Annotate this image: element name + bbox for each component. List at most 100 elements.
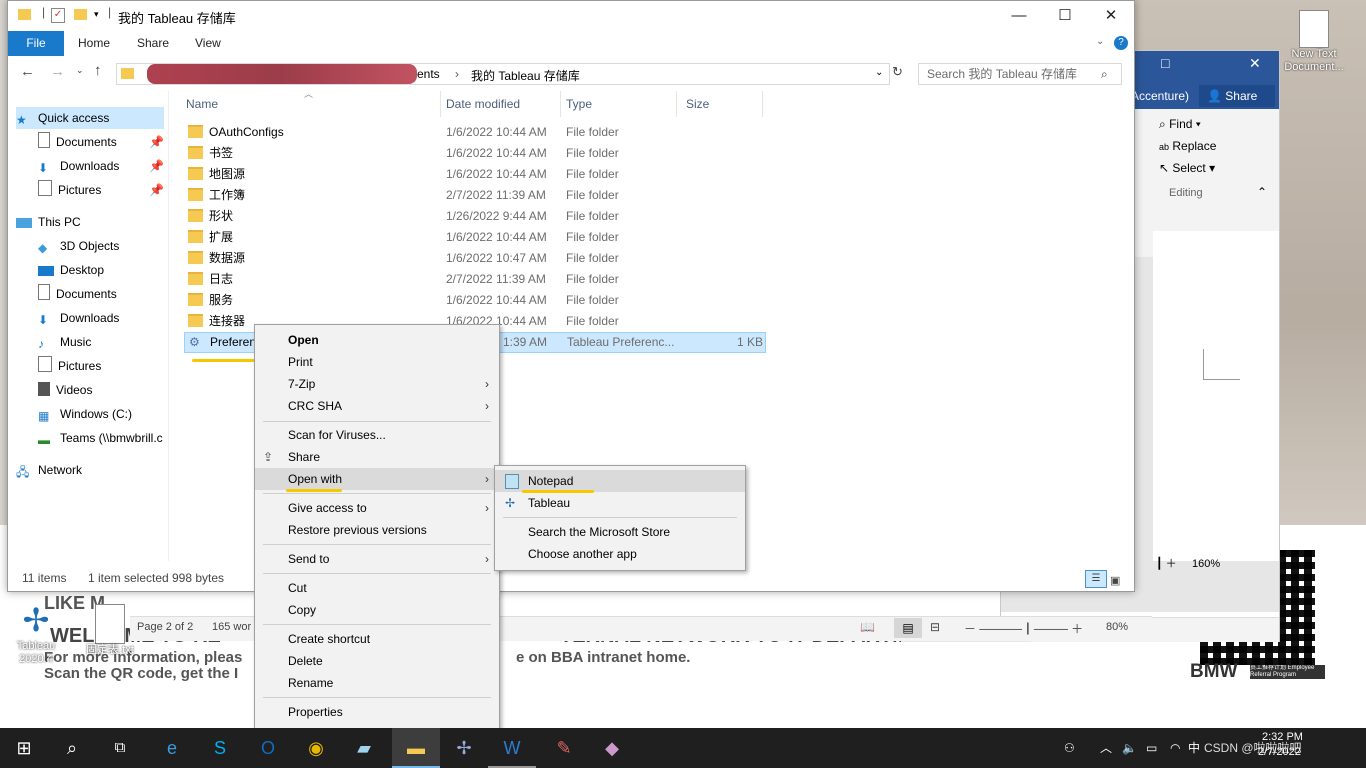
nav-desktop[interactable]: Desktop [38, 259, 164, 281]
select-button[interactable]: ↖ Select ▾ [1159, 161, 1215, 175]
file-row[interactable]: 书签 1/6/2022 10:44 AM File folder [184, 143, 764, 164]
tray-overflow-icon[interactable]: ︿ [1100, 728, 1112, 768]
refresh-icon[interactable]: ↻ [892, 64, 903, 80]
nav-qa-documents[interactable]: Documents 📌 [38, 131, 164, 153]
file-row[interactable]: OAuthConfigs 1/6/2022 10:44 AM File folder [184, 122, 764, 143]
battery-icon[interactable]: ▭ [1146, 728, 1157, 768]
submenu-search-store[interactable]: Search the Microsoft Store [495, 521, 745, 543]
volume-icon[interactable]: 🔈 [1122, 728, 1137, 768]
read-mode-icon[interactable]: 📖 [860, 620, 875, 634]
wifi-icon[interactable]: ◠ [1170, 728, 1180, 768]
print-layout-icon[interactable]: ▤ [894, 618, 922, 638]
address-dropdown-icon[interactable]: ⌄ [875, 67, 883, 78]
nav-documents[interactable]: Documents [38, 283, 164, 305]
nav-this-pc[interactable]: This PC [16, 211, 164, 233]
web-layout-icon[interactable]: ⊟ [930, 620, 940, 634]
menu-cut[interactable]: Cut [255, 577, 499, 599]
minimize-button[interactable]: — [996, 1, 1042, 31]
tab-home[interactable]: Home [78, 31, 110, 56]
file-row[interactable]: 扩展 1/6/2022 10:44 AM File folder [184, 227, 764, 248]
menu-share[interactable]: ⇪ Share [255, 446, 499, 468]
tableau-taskbar[interactable]: ✢ [440, 728, 488, 768]
menu-copy[interactable]: Copy [255, 599, 499, 621]
skype-taskbar[interactable]: S [196, 728, 244, 768]
notepad-taskbar[interactable]: ▰ [340, 728, 388, 768]
file-row[interactable]: 地图源 1/6/2022 10:44 AM File folder [184, 164, 764, 185]
expand-ribbon-icon[interactable]: ⌄ [1096, 36, 1104, 47]
nav-3d-objects[interactable]: ◆ 3D Objects [38, 235, 164, 257]
start-button[interactable]: ⊞ [0, 728, 48, 768]
explorer-taskbar[interactable]: ▬ [392, 728, 440, 768]
back-icon[interactable]: ← [20, 63, 35, 80]
maximize-button[interactable]: ☐ [1042, 1, 1088, 31]
menu-rename[interactable]: Rename [255, 672, 499, 694]
qat-dropdown-icon[interactable]: ▾ [94, 9, 99, 20]
zoom-slider[interactable]: － ─────┃──── ＋ [964, 620, 1083, 637]
tab-file[interactable]: File [8, 31, 64, 56]
nav-qa-downloads[interactable]: ⬇ Downloads 📌 [38, 155, 164, 177]
menu-print[interactable]: Print [255, 351, 499, 373]
menu-properties[interactable]: Properties [255, 701, 499, 723]
file-row[interactable]: 数据源 1/6/2022 10:47 AM File folder [184, 248, 764, 269]
paint3d-taskbar[interactable]: ◆ [588, 728, 636, 768]
file-row[interactable]: 服务 1/6/2022 10:44 AM File folder [184, 290, 764, 311]
nav-windows-c[interactable]: ▦ Windows (C:) [38, 403, 164, 425]
clock-time[interactable]: 2:32 PM [1262, 730, 1303, 744]
menu-open[interactable]: Open [255, 329, 499, 351]
task-view-button[interactable]: ⧉ [96, 728, 144, 768]
file-row[interactable]: 工作簿 2/7/2022 11:39 AM File folder [184, 185, 764, 206]
nav-music[interactable]: ♪ Music [38, 331, 164, 353]
submenu-choose-app[interactable]: Choose another app [495, 543, 745, 565]
tableau-desktop-icon[interactable]: ✢ Tableau 2020.4 [10, 600, 62, 680]
ie-taskbar[interactable]: e [148, 728, 196, 768]
up-icon[interactable]: ↑ [94, 62, 102, 79]
address-bar[interactable]: ents › 我的 Tableau 存储库 ⌄ [116, 63, 890, 85]
search-button[interactable]: ⌕ [48, 728, 96, 768]
help-icon[interactable]: ? [1114, 36, 1128, 50]
submenu-notepad[interactable]: Notepad [495, 470, 745, 492]
forward-icon[interactable]: → [50, 63, 65, 80]
nav-teams-drive[interactable]: ▬ Teams (\\bmwbrill.c [38, 427, 164, 449]
word-taskbar[interactable]: W [488, 728, 536, 768]
menu-restore-versions[interactable]: Restore previous versions [255, 519, 499, 541]
nav-pictures[interactable]: Pictures [38, 355, 164, 377]
file-row[interactable]: 形状 1/26/2022 9:44 AM File folder [184, 206, 764, 227]
outlook-taskbar[interactable]: O [244, 728, 292, 768]
replace-button[interactable]: ab Replace [1159, 139, 1216, 153]
clock-date[interactable]: 2/7/2022 [1258, 745, 1301, 759]
address-current[interactable]: 我的 Tableau 存储库 [471, 67, 580, 84]
nav-quick-access[interactable]: ★ Quick access [16, 107, 164, 129]
menu-scan-viruses[interactable]: Scan for Viruses... [255, 424, 499, 446]
menu-give-access[interactable]: Give access to › [255, 497, 499, 519]
new-folder-icon[interactable] [74, 9, 87, 20]
menu-delete[interactable]: Delete [255, 650, 499, 672]
recent-locations-icon[interactable]: ⌄ [76, 65, 84, 76]
collapse-ribbon-icon[interactable]: ⌃ [1257, 185, 1267, 199]
nav-network[interactable]: 🖧 Network [16, 459, 164, 481]
paint-taskbar[interactable]: ✎ [540, 728, 588, 768]
nav-downloads[interactable]: ⬇ Downloads [38, 307, 164, 329]
submenu-tableau[interactable]: ✢ Tableau [495, 492, 745, 514]
word-share-button[interactable]: 👤 Share [1199, 85, 1275, 107]
column-date[interactable]: Date modified [444, 91, 561, 117]
new-text-document-icon[interactable]: New Text Document... [1282, 8, 1346, 90]
tab-view[interactable]: View [195, 31, 221, 56]
column-type[interactable]: Type [564, 91, 677, 117]
details-view-icon[interactable]: ☰ [1085, 570, 1107, 588]
ime-indicator[interactable]: 中 [1188, 728, 1200, 768]
close-button[interactable]: ✕ [1088, 1, 1134, 31]
menu-send-to[interactable]: Send to › [255, 548, 499, 570]
find-button[interactable]: ⌕ Find ▾ [1159, 117, 1201, 132]
large-icons-view-icon[interactable]: ▣ [1110, 570, 1120, 592]
word-close-button[interactable]: ✕ [1249, 55, 1261, 72]
properties-icon[interactable]: ✓ [51, 8, 65, 23]
menu-open-with[interactable]: Open with › [255, 468, 499, 490]
menu-7zip[interactable]: 7-Zip › [255, 373, 499, 395]
menu-crc-sha[interactable]: CRC SHA › [255, 395, 499, 417]
chrome-taskbar[interactable]: ◉ [292, 728, 340, 768]
tab-share[interactable]: Share [137, 31, 169, 56]
menu-create-shortcut[interactable]: Create shortcut [255, 628, 499, 650]
file-row[interactable]: 日志 2/7/2022 11:39 AM File folder [184, 269, 764, 290]
address-segment[interactable]: ents [417, 67, 440, 81]
zoom-small-slider[interactable]: ┃ ＋ 160% [1156, 555, 1220, 571]
